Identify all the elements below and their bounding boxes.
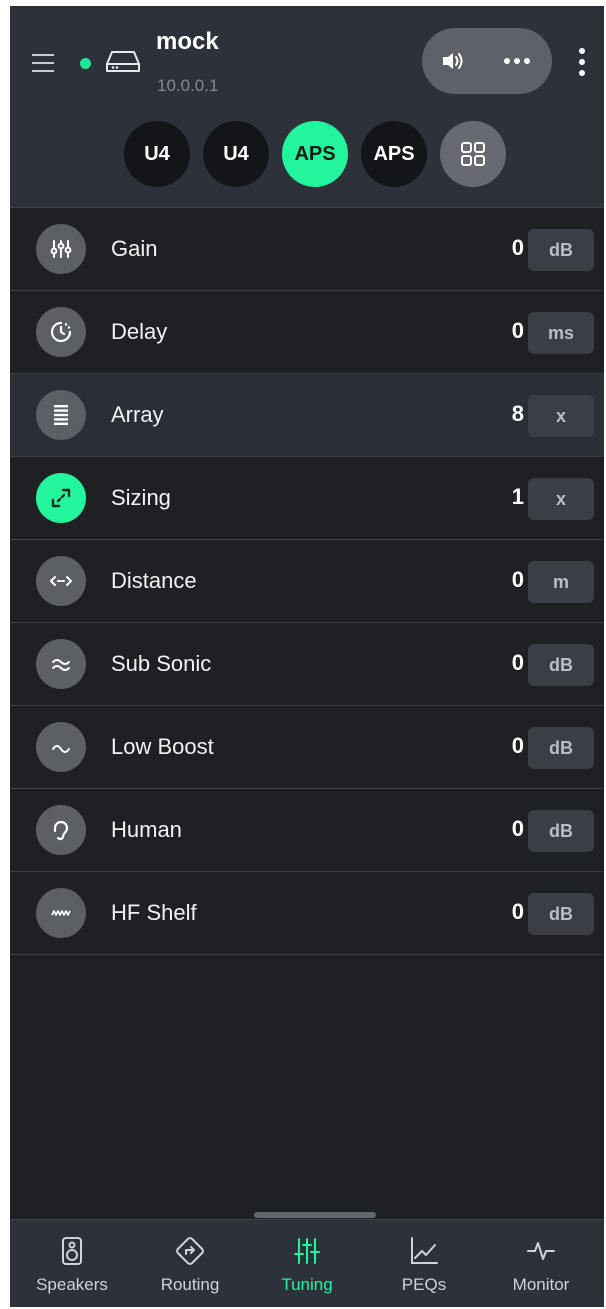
nav-label: Monitor — [512, 1275, 570, 1294]
nav-label: Tuning — [281, 1275, 333, 1294]
param-unit-button[interactable]: ms — [528, 312, 594, 354]
param-value[interactable]: 0 — [512, 650, 524, 676]
param-row-sub-sonic[interactable]: Sub Sonic 0 dB — [10, 623, 604, 706]
param-value[interactable]: 0 — [512, 733, 524, 759]
hard-drive-icon — [106, 51, 140, 72]
param-row-hf-shelf[interactable]: HF Shelf 0 dB — [10, 872, 604, 955]
channel-tab-aps-1[interactable]: APS — [282, 121, 348, 187]
wave-approx-icon — [36, 639, 86, 689]
app-window: mock 10.0.0.1 U4 U4 APS APS Gain 0 dB De… — [10, 6, 604, 1307]
param-value[interactable]: 0 — [512, 318, 524, 344]
channel-tab-u4-1[interactable]: U4 — [124, 121, 190, 187]
param-value[interactable]: 0 — [512, 235, 524, 261]
param-row-array[interactable]: Array 8 x — [10, 374, 604, 457]
param-unit-button[interactable]: x — [528, 478, 594, 520]
param-label: Low Boost — [111, 734, 214, 759]
device-ip: 10.0.0.1 — [157, 76, 219, 95]
tuning-sliders-icon — [294, 1238, 320, 1264]
graph-icon — [411, 1237, 438, 1264]
timer-icon — [36, 307, 86, 357]
sheet-drag-handle[interactable] — [254, 1212, 376, 1218]
param-row-low-boost[interactable]: Low Boost 0 dB — [10, 706, 604, 789]
nav-label: PEQs — [401, 1275, 447, 1294]
param-row-distance[interactable]: Distance 0 m — [10, 540, 604, 623]
param-label: Gain — [111, 236, 158, 261]
device-name: mock — [156, 28, 219, 55]
zigzag-icon — [36, 888, 86, 938]
bottom-navigation: Speakers Routing Tuning PEQs Monitor — [10, 1219, 604, 1307]
connection-status-dot — [80, 58, 91, 69]
param-label: Array — [111, 402, 164, 427]
param-unit-button[interactable]: dB — [528, 644, 594, 686]
param-row-human[interactable]: Human 0 dB — [10, 789, 604, 872]
param-value[interactable]: 1 — [512, 484, 524, 510]
tuning-parameter-list: Gain 0 dB Delay 0 ms Array 8 x Sizing 1 … — [10, 208, 604, 955]
param-label: HF Shelf — [111, 900, 197, 925]
sliders-icon — [36, 224, 86, 274]
nav-monitor[interactable]: Monitor — [482, 1220, 600, 1307]
nav-peqs[interactable]: PEQs — [365, 1220, 483, 1307]
param-unit-button[interactable]: dB — [528, 229, 594, 271]
param-row-sizing[interactable]: Sizing 1 x — [10, 457, 604, 540]
param-value[interactable]: 0 — [512, 567, 524, 593]
param-unit-button[interactable]: dB — [528, 810, 594, 852]
param-unit-button[interactable]: x — [528, 395, 594, 437]
speaker-volume-icon[interactable] — [440, 48, 466, 74]
quick-actions-pill — [422, 28, 552, 94]
param-label: Sizing — [111, 485, 171, 510]
grid-icon — [461, 142, 485, 166]
speaker-icon — [62, 1237, 82, 1265]
nav-routing[interactable]: Routing — [131, 1220, 249, 1307]
routing-icon — [176, 1237, 204, 1265]
expand-icon — [36, 473, 86, 523]
channel-tab-u4-2[interactable]: U4 — [203, 121, 269, 187]
channel-tab-grid[interactable] — [440, 121, 506, 187]
param-unit-button[interactable]: dB — [528, 727, 594, 769]
param-value[interactable]: 0 — [512, 899, 524, 925]
array-icon — [36, 390, 86, 440]
param-unit-button[interactable]: m — [528, 561, 594, 603]
param-value[interactable]: 8 — [512, 401, 524, 427]
nav-label: Routing — [160, 1275, 220, 1294]
arrows-horizontal-icon — [36, 556, 86, 606]
param-unit-button[interactable]: dB — [528, 893, 594, 935]
channel-tab-aps-2[interactable]: APS — [361, 121, 427, 187]
param-label: Sub Sonic — [111, 651, 212, 676]
pulse-icon — [527, 1242, 555, 1260]
param-row-gain[interactable]: Gain 0 dB — [10, 208, 604, 291]
param-label: Delay — [111, 319, 168, 344]
more-horizontal-icon[interactable] — [502, 52, 532, 70]
nav-label: Speakers — [36, 1275, 108, 1294]
param-row-delay[interactable]: Delay 0 ms — [10, 291, 604, 374]
param-label: Distance — [111, 568, 197, 593]
ear-icon — [36, 805, 86, 855]
hamburger-menu-icon[interactable] — [32, 54, 54, 72]
header: mock 10.0.0.1 U4 U4 APS APS — [10, 6, 604, 208]
nav-speakers[interactable]: Speakers — [13, 1220, 131, 1307]
param-label: Human — [111, 817, 182, 842]
more-vertical-icon[interactable] — [576, 46, 588, 78]
low-wave-icon — [36, 722, 86, 772]
nav-tuning[interactable]: Tuning — [248, 1220, 366, 1307]
param-value[interactable]: 0 — [512, 816, 524, 842]
